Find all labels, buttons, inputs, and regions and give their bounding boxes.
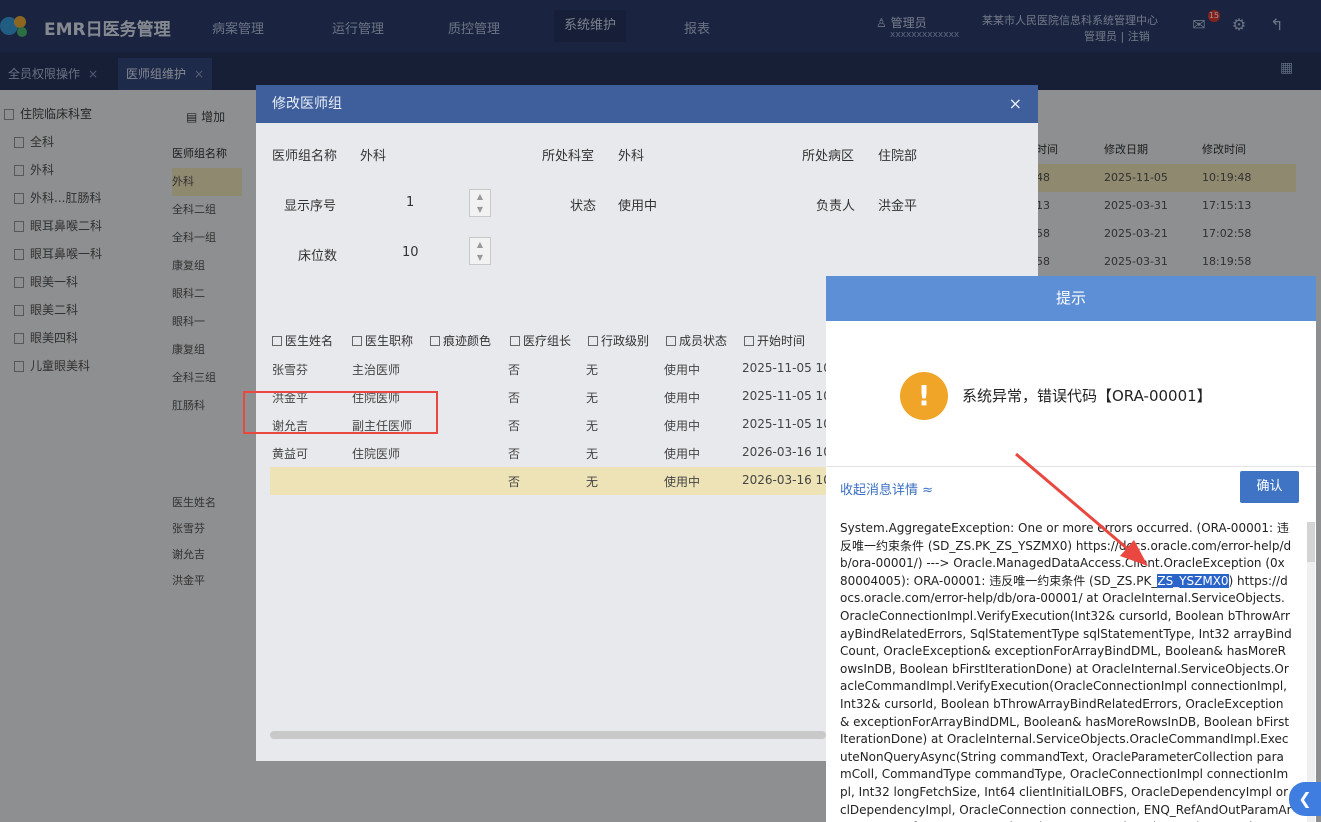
edit-icon [510, 336, 520, 346]
edit-icon [744, 336, 754, 346]
admin-level: 无 [586, 391, 599, 405]
member-status: 使用中 [664, 419, 701, 433]
dept-field[interactable]: 外科 [618, 145, 644, 164]
ward-label: 所处病区 [802, 149, 855, 164]
admin-level: 无 [586, 419, 599, 433]
order-field[interactable]: 1 [406, 195, 414, 210]
beds-field[interactable]: 10 [402, 245, 419, 260]
edit-icon [666, 336, 676, 346]
edit-icon [430, 336, 440, 346]
edit-icon [588, 336, 598, 346]
column-header[interactable]: 开始时间 [744, 332, 805, 349]
table-row[interactable]: 否 无 使用中 2026-03-16 10 [270, 467, 831, 495]
column-label: 痕迹颜色 [443, 334, 492, 348]
error-details-text: ) https://docs.oracle.com/error-help/db/… [840, 573, 1292, 822]
name-label: 医师组名称 [272, 149, 338, 164]
doctor-title: 住院医师 [352, 447, 401, 461]
name-field[interactable]: 外科 [360, 145, 386, 164]
confirm-button[interactable]: 确认 [1240, 471, 1299, 503]
warning-icon: ! [900, 372, 948, 420]
beds-stepper[interactable]: ▲ ▼ [469, 237, 491, 265]
member-status: 使用中 [664, 447, 701, 461]
group-leader: 否 [508, 475, 521, 489]
member-table-header: 医生姓名 医生职称 痕迹颜色 医疗组长 行政级别 成员状态 开始时间 [270, 328, 830, 352]
leader-label: 负责人 [816, 199, 856, 214]
horizontal-scrollbar[interactable] [270, 731, 826, 739]
start-time: 2025-11-05 10 [742, 361, 831, 375]
start-time: 2026-03-16 10 [742, 473, 831, 487]
close-icon[interactable]: × [1009, 85, 1022, 123]
group-leader: 否 [508, 391, 521, 405]
column-label: 开始时间 [757, 334, 806, 348]
edit-icon [352, 336, 362, 346]
alert-title: 提示 [826, 276, 1316, 321]
doctor-title: 主治医师 [352, 363, 401, 377]
order-stepper[interactable]: ▲ ▼ [469, 189, 491, 217]
doctor-name: 黄益可 [272, 447, 309, 461]
column-header[interactable]: 行政级别 [588, 332, 649, 349]
dept-label: 所处科室 [542, 149, 595, 164]
admin-level: 无 [586, 447, 599, 461]
chevron-left-icon[interactable]: ❮ [1289, 782, 1321, 816]
group-leader: 否 [508, 447, 521, 461]
annotation-highlight-box [243, 391, 438, 434]
column-label: 医疗组长 [523, 334, 572, 348]
divider [826, 466, 1316, 467]
group-leader: 否 [508, 419, 521, 433]
column-header[interactable]: 痕迹颜色 [430, 332, 491, 349]
ward-field[interactable]: 住院部 [878, 145, 917, 164]
status-label: 状态 [570, 199, 597, 214]
status-field[interactable]: 使用中 [618, 195, 657, 214]
order-label: 显示序号 [284, 199, 337, 214]
start-time: 2026-03-16 10 [742, 445, 831, 459]
column-label: 医生职称 [365, 334, 414, 348]
edit-icon [272, 336, 282, 346]
column-header[interactable]: 医生姓名 [272, 332, 333, 349]
error-alert-dialog: 提示 ! 系统异常，错误代码【ORA-00001】 收起消息详情 ≈ 确认 Sy… [826, 276, 1316, 822]
error-details: System.AggregateException: One or more e… [840, 520, 1292, 822]
group-leader: 否 [508, 363, 521, 377]
start-time: 2025-11-05 10 [742, 389, 831, 403]
column-header[interactable]: 医疗组长 [510, 332, 571, 349]
member-status: 使用中 [664, 475, 701, 489]
column-label: 成员状态 [679, 334, 728, 348]
table-row[interactable]: 黄益可 住院医师 否 无 使用中 2026-03-16 10 [270, 439, 831, 467]
start-time: 2025-11-05 10 [742, 417, 831, 431]
leader-field[interactable]: 洪金平 [878, 195, 917, 214]
details-scrollbar-thumb[interactable] [1307, 522, 1315, 562]
column-header[interactable]: 医生职称 [352, 332, 413, 349]
dialog-title: 修改医师组 [272, 96, 342, 112]
admin-level: 无 [586, 363, 599, 377]
details-scrollbar-track[interactable] [1307, 522, 1315, 822]
dialog-header: 修改医师组 × [256, 85, 1038, 123]
member-status: 使用中 [664, 363, 701, 377]
selected-text: ZS_YSZMX0 [1157, 573, 1229, 588]
column-label: 医生姓名 [285, 334, 334, 348]
collapse-details-link[interactable]: 收起消息详情 ≈ [840, 479, 933, 498]
table-row[interactable]: 张雪芬 主治医师 否 无 使用中 2025-11-05 10 [270, 355, 831, 383]
column-header[interactable]: 成员状态 [666, 332, 727, 349]
member-status: 使用中 [664, 391, 701, 405]
column-label: 行政级别 [601, 334, 650, 348]
admin-level: 无 [586, 475, 599, 489]
doctor-name: 张雪芬 [272, 363, 309, 377]
beds-label: 床位数 [298, 249, 338, 264]
alert-message: 系统异常，错误代码【ORA-00001】 [962, 387, 1212, 405]
